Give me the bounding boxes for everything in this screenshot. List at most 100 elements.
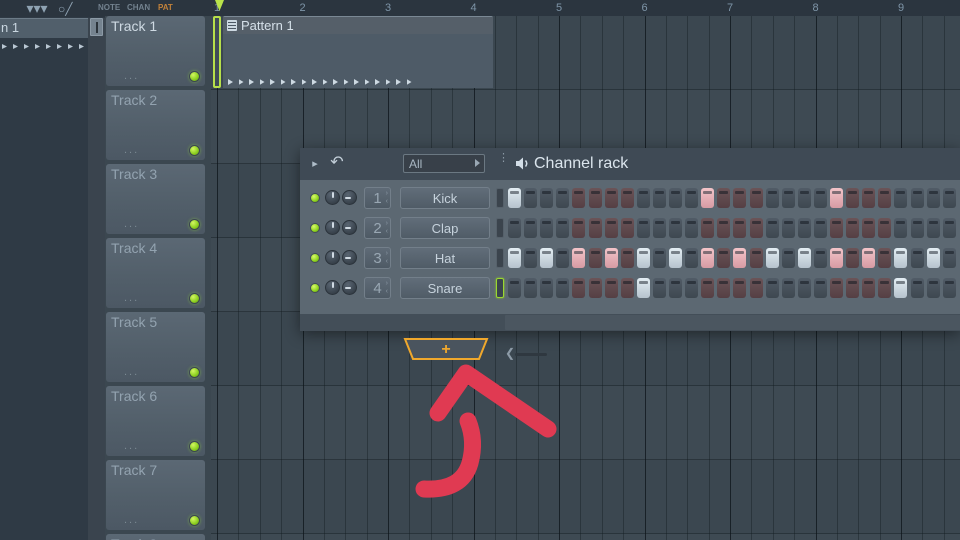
step-button-off[interactable] [508, 218, 521, 238]
step-button-off[interactable] [862, 278, 876, 298]
volume-knob[interactable] [342, 190, 357, 205]
step-button-off[interactable] [717, 218, 731, 238]
step-button-off[interactable] [942, 218, 956, 238]
step-button-off[interactable] [926, 188, 940, 208]
step-button-off[interactable] [862, 218, 876, 238]
step-button-off[interactable] [749, 188, 763, 208]
step-button-off[interactable] [620, 218, 634, 238]
track-enable-led[interactable] [189, 219, 200, 230]
step-button-off[interactable] [894, 188, 908, 208]
undo-icon[interactable]: ↶ [328, 154, 346, 172]
step-button-off[interactable] [556, 248, 570, 268]
playlist-ruler[interactable]: NOTE CHAN PAT 123456789 [98, 0, 960, 16]
channel-mute-led[interactable] [310, 253, 320, 263]
track-enable-led[interactable] [189, 145, 200, 156]
step-button-off[interactable] [862, 188, 876, 208]
step-button-on[interactable] [701, 248, 715, 268]
track-enable-led[interactable] [189, 293, 200, 304]
step-button-on[interactable] [604, 248, 618, 268]
step-button-off[interactable] [765, 278, 779, 298]
step-button-on[interactable] [508, 248, 521, 268]
step-button-off[interactable] [588, 218, 602, 238]
step-button-off[interactable] [830, 278, 843, 298]
step-button-off[interactable] [588, 278, 602, 298]
speaker-icon[interactable] [514, 155, 532, 172]
step-button-off[interactable] [717, 248, 731, 268]
step-button-off[interactable] [652, 278, 666, 298]
step-button-off[interactable] [540, 188, 554, 208]
ruler-mode-pat[interactable]: PAT [158, 0, 173, 16]
step-button-off[interactable] [620, 278, 634, 298]
step-button-off[interactable] [781, 248, 795, 268]
channel-mute-led[interactable] [310, 193, 320, 203]
step-button-on[interactable] [636, 278, 650, 298]
step-button-off[interactable] [524, 188, 538, 208]
step-button-off[interactable] [733, 188, 747, 208]
track-header[interactable]: Track 2... [106, 90, 205, 160]
step-button-on[interactable] [894, 248, 908, 268]
step-button-on[interactable] [572, 248, 586, 268]
step-button-off[interactable] [797, 218, 811, 238]
track-header[interactable]: Track 5... [106, 312, 205, 382]
step-button-off[interactable] [781, 218, 795, 238]
step-button-off[interactable] [926, 218, 940, 238]
track-header[interactable]: Track 4... [106, 238, 205, 308]
ruler-mode-note[interactable]: NOTE [98, 0, 120, 16]
step-button-off[interactable] [733, 278, 747, 298]
step-button-off[interactable] [797, 188, 811, 208]
step-button-off[interactable] [652, 188, 666, 208]
channel-index-button[interactable]: 1 › ‹ [364, 187, 391, 209]
step-button-on[interactable] [830, 248, 843, 268]
step-button-off[interactable] [942, 278, 956, 298]
step-button-off[interactable] [636, 188, 650, 208]
step-button-off[interactable] [669, 278, 682, 298]
channel-mute-led[interactable] [310, 283, 320, 293]
channel-name-button[interactable]: Hat [400, 247, 490, 269]
step-button-off[interactable] [749, 278, 763, 298]
channel-name-button[interactable]: Snare [400, 277, 490, 299]
step-button-off[interactable] [733, 218, 747, 238]
channel-row[interactable]: 1 › ‹ Kick [300, 183, 960, 213]
step-button-off[interactable] [878, 278, 892, 298]
step-button-off[interactable] [926, 278, 940, 298]
step-button-off[interactable] [524, 248, 538, 268]
waveform-icon[interactable]: ▾▾▾ [22, 1, 52, 15]
track-header[interactable]: Track 7... [106, 460, 205, 530]
step-button-off[interactable] [717, 278, 731, 298]
step-button-off[interactable] [524, 278, 538, 298]
step-button-on[interactable] [733, 248, 747, 268]
track-options-dots[interactable]: ... [124, 219, 139, 230]
track-options-dots[interactable]: ... [124, 367, 139, 378]
link-icon[interactable]: ○╱ [58, 2, 78, 16]
step-button-off[interactable] [685, 278, 699, 298]
step-button-off[interactable] [910, 188, 924, 208]
step-button-on[interactable] [669, 248, 682, 268]
track-header[interactable]: Track 8... [106, 534, 205, 540]
step-button-off[interactable] [636, 218, 650, 238]
step-button-on[interactable] [508, 188, 521, 208]
step-button-off[interactable] [701, 218, 715, 238]
pan-knob[interactable] [325, 280, 340, 295]
step-button-off[interactable] [749, 218, 763, 238]
step-button-on[interactable] [894, 278, 908, 298]
step-button-off[interactable] [588, 188, 602, 208]
step-button-off[interactable] [556, 218, 570, 238]
step-button-off[interactable] [588, 248, 602, 268]
step-button-off[interactable] [572, 278, 586, 298]
step-button-off[interactable] [878, 248, 892, 268]
step-button-off[interactable] [910, 248, 924, 268]
track-enable-led[interactable] [189, 367, 200, 378]
pattern-start-marker[interactable] [213, 16, 221, 88]
step-button-off[interactable] [765, 218, 779, 238]
track-options-dots[interactable]: ... [124, 145, 139, 156]
step-button-off[interactable] [910, 278, 924, 298]
pattern-clip[interactable]: Pattern 1 [223, 16, 493, 88]
step-button-off[interactable] [620, 248, 634, 268]
step-button-off[interactable] [508, 278, 521, 298]
step-button-off[interactable] [749, 248, 763, 268]
step-sequencer-row[interactable] [508, 213, 960, 243]
step-button-off[interactable] [717, 188, 731, 208]
step-button-on[interactable] [926, 248, 940, 268]
track-header[interactable]: Track 6... [106, 386, 205, 456]
volume-knob[interactable] [342, 250, 357, 265]
